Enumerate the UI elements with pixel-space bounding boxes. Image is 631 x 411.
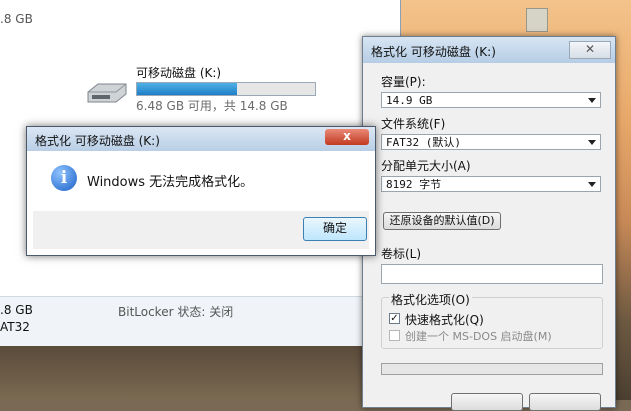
details-size: .8 GB (0, 303, 33, 317)
alloc-label: 分配单元大小(A) (381, 159, 471, 173)
dialog-body: i Windows 无法完成格式化。 (33, 151, 369, 211)
drive-usage-fill (137, 83, 237, 95)
usb-drive-icon[interactable] (84, 80, 128, 104)
details-filesystem: AT32 (0, 320, 30, 334)
chevron-down-icon (588, 182, 596, 187)
restore-defaults-button[interactable]: 还原设备的默认值(D) (383, 212, 501, 230)
filesystem-select[interactable]: FAT32 (默认) (381, 134, 601, 150)
dialog-message: Windows 无法完成格式化。 (87, 175, 254, 190)
drive-space-text: 6.48 GB 可用，共 14.8 GB (136, 99, 288, 113)
quick-format-label[interactable]: 快速格式化(Q) (405, 311, 484, 328)
bitlocker-status: BitLocker 状态: 关闭 (118, 305, 234, 319)
close-button[interactable] (529, 393, 601, 411)
dialog-title: 格式化 可移动磁盘 (K:) (35, 134, 160, 148)
folder-icon[interactable] (526, 8, 548, 32)
msdos-checkbox[interactable] (389, 330, 400, 341)
dialog-footer: 确定 (33, 211, 369, 249)
chevron-down-icon (588, 98, 596, 103)
dialog-titlebar[interactable]: 格式化 可移动磁盘 (K:) x (27, 127, 375, 151)
drive-usage-bar (136, 82, 316, 96)
msdos-label[interactable]: 创建一个 MS-DOS 启动盘(M) (405, 328, 552, 344)
error-dialog: 格式化 可移动磁盘 (K:) x i Windows 无法完成格式化。 确定 (26, 126, 376, 256)
capacity-value: 14.9 GB (386, 94, 433, 107)
volume-label-input[interactable] (381, 264, 603, 284)
top-size-text: .8 GB (0, 12, 33, 26)
format-window: 格式化 可移动磁盘 (K:) ✕ 容量(P): 14.9 GB 文件系统(F) … (362, 36, 616, 411)
filesystem-value: FAT32 (默认) (386, 136, 461, 149)
format-progress-bar (381, 363, 603, 375)
chevron-down-icon (588, 140, 596, 145)
format-titlebar[interactable]: 格式化 可移动磁盘 (K:) ✕ (363, 37, 615, 63)
quick-format-checkbox[interactable]: ✓ (389, 313, 400, 324)
alloc-select[interactable]: 8192 字节 (381, 176, 601, 192)
format-options-label: 格式化选项(O) (389, 291, 472, 308)
start-button[interactable] (451, 393, 523, 411)
filesystem-label: 文件系统(F) (381, 117, 446, 131)
ok-button[interactable]: 确定 (303, 217, 367, 241)
close-icon[interactable]: ✕ (569, 41, 611, 59)
alloc-value: 8192 字节 (386, 178, 442, 191)
close-icon[interactable]: x (325, 129, 369, 145)
info-icon: i (51, 165, 77, 191)
drive-name[interactable]: 可移动磁盘 (K:) (136, 64, 221, 81)
desktop-lower-strip (0, 346, 400, 400)
volume-label: 卷标(L) (381, 247, 422, 261)
capacity-label: 容量(P): (381, 75, 426, 89)
format-title: 格式化 可移动磁盘 (K:) (371, 45, 496, 59)
capacity-select[interactable]: 14.9 GB (381, 92, 601, 108)
